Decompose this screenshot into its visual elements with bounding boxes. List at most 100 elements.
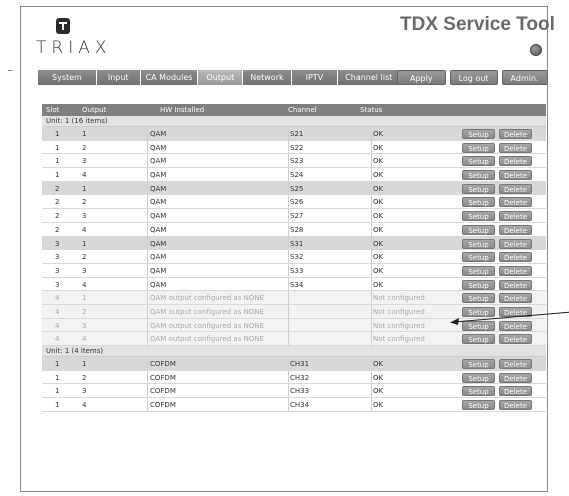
setup-button[interactable]: Setup	[462, 265, 495, 276]
column-divider	[371, 154, 372, 168]
column-divider	[147, 222, 148, 236]
delete-button[interactable]: Delete	[499, 293, 532, 304]
column-divider	[288, 332, 289, 345]
setup-button[interactable]: Setup	[462, 197, 495, 208]
delete-button[interactable]: Delete	[499, 400, 532, 411]
tab-input[interactable]: Input	[96, 70, 141, 85]
delete-button[interactable]: Delete	[499, 197, 532, 208]
delete-button[interactable]: Delete	[499, 129, 532, 139]
table-row[interactable]: 1 4 QAM S24 OK Setup Delete	[42, 168, 546, 182]
delete-button[interactable]: Delete	[499, 359, 532, 369]
table-row[interactable]: 1 3 COFDM CH33 OK Setup Delete	[42, 384, 546, 399]
table-row[interactable]: 3 1 QAM S31 OK Setup Delete	[42, 236, 546, 251]
setup-button[interactable]: Setup	[462, 372, 495, 383]
table-row[interactable]: 4 1 QAM output configured as NONE Not confi…	[42, 291, 546, 305]
cell-slot: 2	[55, 184, 60, 193]
table-row[interactable]: 2 3 QAM S27 OK Setup Delete	[42, 209, 546, 223]
delete-button[interactable]: Delete	[499, 265, 532, 276]
setup-button[interactable]: Setup	[462, 142, 495, 153]
cell-slot: 1	[55, 171, 60, 180]
table-row[interactable]: 2 4 QAM S28 OK Setup Delete	[42, 222, 546, 237]
setup-button[interactable]: Setup	[462, 183, 495, 194]
column-divider	[147, 398, 148, 411]
delete-button[interactable]: Delete	[499, 306, 532, 317]
table-row[interactable]: 3 4 QAM S34 OK Setup Delete	[42, 277, 546, 292]
delete-button[interactable]: Delete	[499, 211, 532, 222]
setup-button[interactable]: Setup	[462, 293, 495, 304]
tab-iptv[interactable]: IPTV	[291, 70, 339, 85]
cell-status: Not configured	[373, 335, 425, 344]
table-row[interactable]: 2 2 QAM S26 OK Setup Delete	[42, 195, 546, 210]
table-row[interactable]: 1 2 QAM S22 OK Setup Delete	[42, 140, 546, 155]
setup-button[interactable]: Setup	[462, 306, 495, 317]
table-row[interactable]: 3 2 QAM S32 OK Setup Delete	[42, 250, 546, 264]
cell-slot: 2	[55, 225, 60, 234]
cell-slot: 1	[55, 143, 60, 152]
table-row[interactable]: 2 1 QAM S25 OK Setup Delete	[42, 181, 546, 196]
delete-button[interactable]: Delete	[499, 279, 532, 290]
tab-ca-modules[interactable]: CA Modules	[140, 70, 199, 85]
logout-button[interactable]: Log out	[449, 70, 498, 85]
cell-slot: 1	[55, 387, 60, 396]
tab-system[interactable]: System	[38, 70, 97, 85]
column-divider	[147, 127, 148, 140]
tab-output[interactable]: Output	[198, 70, 244, 85]
cell-status: OK	[373, 373, 384, 382]
column-divider	[371, 332, 372, 345]
table-row[interactable]: 4 2 QAM output configured as NONE Not confi…	[42, 304, 546, 319]
delete-button[interactable]: Delete	[499, 183, 532, 194]
setup-button[interactable]: Setup	[462, 400, 495, 411]
column-divider	[288, 209, 289, 222]
cell-output: 2	[82, 307, 87, 316]
tab-network[interactable]: Network	[243, 70, 292, 85]
delete-button[interactable]: Delete	[499, 320, 532, 331]
table-row[interactable]: 4 3 QAM output configured as NONE Not confi…	[42, 318, 546, 333]
setup-button[interactable]: Setup	[462, 386, 495, 397]
setup-button[interactable]: Setup	[462, 238, 495, 249]
cell-status: OK	[373, 253, 384, 262]
column-divider	[147, 304, 148, 318]
admin-button[interactable]: Admin.	[501, 70, 548, 85]
setup-button[interactable]: Setup	[462, 334, 495, 345]
cell-output: 2	[82, 143, 87, 152]
setup-button[interactable]: Setup	[462, 359, 495, 369]
delete-button[interactable]: Delete	[499, 252, 532, 263]
apply-button[interactable]: Apply	[397, 70, 446, 85]
unit-group-header[interactable]: Unit: 1 (16 items)	[42, 116, 546, 127]
cell-output: 4	[82, 401, 87, 410]
cell-output: 3	[82, 387, 87, 396]
tab-channel-list[interactable]: Channel list	[338, 70, 401, 85]
delete-button[interactable]: Delete	[499, 238, 532, 249]
table-row[interactable]: 1 1 QAM S21 OK Setup Delete	[42, 127, 546, 141]
table-row[interactable]: 1 1 COFDM CH31 OK Setup Delete	[42, 357, 546, 371]
column-divider	[147, 140, 148, 154]
delete-button[interactable]: Delete	[499, 224, 532, 235]
setup-button[interactable]: Setup	[462, 170, 495, 181]
delete-button[interactable]: Delete	[499, 386, 532, 397]
table-row[interactable]: 1 4 COFDM CH34 OK Setup Delete	[42, 398, 546, 412]
setup-button[interactable]: Setup	[462, 129, 495, 139]
table-row[interactable]: 1 2 COFDM CH32 OK Setup Delete	[42, 370, 546, 385]
column-divider	[371, 357, 372, 370]
delete-button[interactable]: Delete	[499, 156, 532, 167]
cell-output: 4	[82, 171, 87, 180]
table-row[interactable]: 1 3 QAM S23 OK Setup Delete	[42, 154, 546, 169]
column-divider	[288, 222, 289, 236]
setup-button[interactable]: Setup	[462, 279, 495, 290]
setup-button[interactable]: Setup	[462, 224, 495, 235]
column-divider	[288, 398, 289, 411]
delete-button[interactable]: Delete	[499, 170, 532, 181]
cell-hw-installed: QAM output configured as NONE	[150, 335, 264, 344]
unit-group-header[interactable]: Unit: 1 (4 items)	[42, 346, 546, 357]
setup-button[interactable]: Setup	[462, 156, 495, 167]
setup-button[interactable]: Setup	[462, 320, 495, 331]
cell-status: OK	[373, 171, 384, 180]
table-row[interactable]: 3 3 QAM S33 OK Setup Delete	[42, 263, 546, 278]
setup-button[interactable]: Setup	[462, 252, 495, 263]
setup-button[interactable]: Setup	[462, 211, 495, 222]
delete-button[interactable]: Delete	[499, 142, 532, 153]
header-output: Output	[82, 106, 107, 114]
delete-button[interactable]: Delete	[499, 334, 532, 345]
delete-button[interactable]: Delete	[499, 372, 532, 383]
table-row[interactable]: 4 4 QAM output configured as NONE Not confi…	[42, 332, 546, 346]
